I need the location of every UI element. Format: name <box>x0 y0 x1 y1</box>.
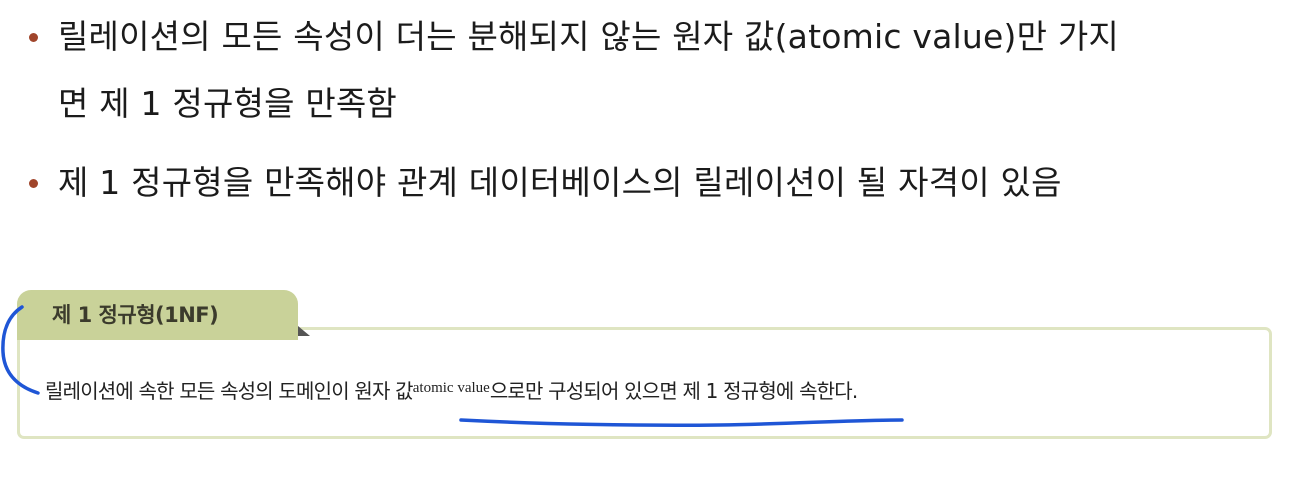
definition-text-end: 으로만 구성되어 있으면 제 1 정규형에 속한다. <box>489 379 858 403</box>
definition-superscript: atomic value <box>412 380 490 396</box>
tab-corner-shape <box>298 326 310 336</box>
bullet-1-line-2: 면 제 1 정규형을 만족함 <box>58 84 397 123</box>
definition-text-start: 릴레이션에 속한 모든 속성의 도메인이 원자 값 <box>45 379 414 403</box>
bullet-dot <box>29 33 38 42</box>
bullet-2-line-1: 제 1 정규형을 만족해야 관계 데이터베이스의 릴레이션이 될 자격이 있음 <box>58 163 1062 202</box>
definition-text: 릴레이션에 속한 모든 속성의 도메인이 원자 값atomic value으로만… <box>45 377 858 408</box>
bullet-1-line-1: 릴레이션의 모든 속성이 더는 분해되지 않는 원자 값(atomic valu… <box>58 17 1119 56</box>
bullet-dot <box>29 179 38 188</box>
definition-title: 제 1 정규형(1NF) <box>52 303 219 327</box>
